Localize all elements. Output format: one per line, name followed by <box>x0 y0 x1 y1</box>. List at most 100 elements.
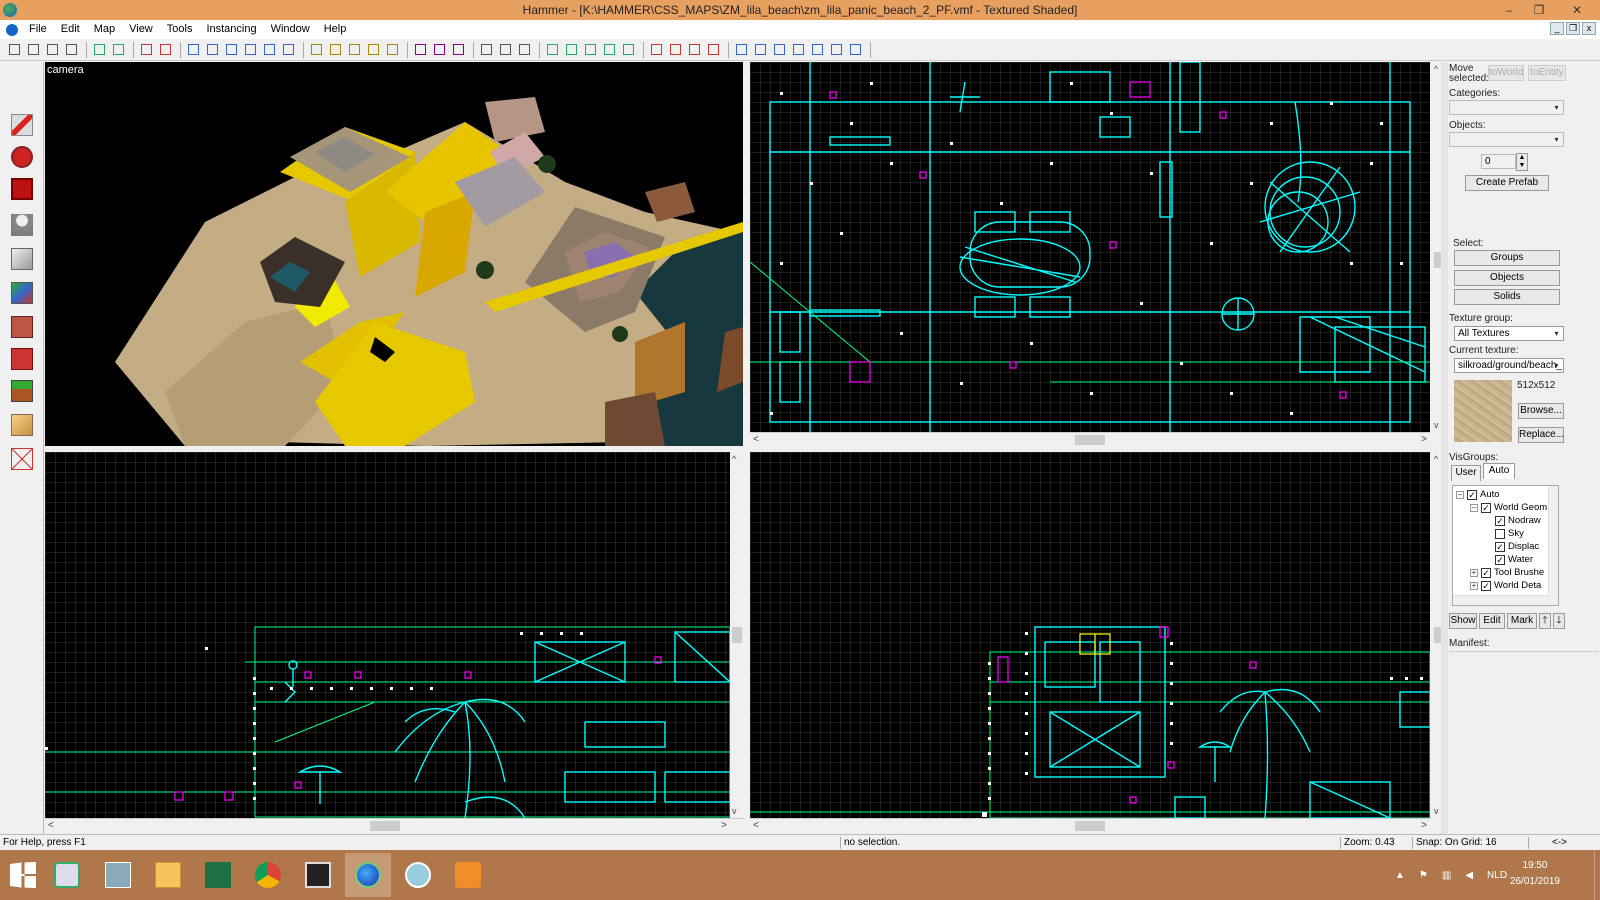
clip-a-icon[interactable] <box>308 41 325 58</box>
texture-group-dropdown[interactable]: All Textures ▾ <box>1454 326 1564 341</box>
select-box-icon[interactable] <box>544 41 561 58</box>
decal-tool[interactable] <box>4 344 40 374</box>
minimize-button[interactable]: – <box>1494 0 1524 20</box>
select-solids-button[interactable]: Solids <box>1454 289 1560 305</box>
camera-tool[interactable] <box>4 174 40 204</box>
visgroups-tree-hscrollbar[interactable] <box>1453 595 1549 605</box>
visgroups-tree-scrollbar[interactable] <box>1548 486 1558 605</box>
visgroup-checkbox[interactable] <box>1495 528 1505 539</box>
taskbar-hammer[interactable] <box>345 853 391 897</box>
visgroup-checkbox[interactable]: ✓ <box>1481 567 1491 578</box>
scroll-left-icon[interactable]: < <box>48 819 54 833</box>
smooth-icon[interactable] <box>733 41 750 58</box>
visgroup-tree-item[interactable]: ✓ Displac <box>1484 540 1539 553</box>
scroll-thumb[interactable] <box>732 627 742 643</box>
menu-edit[interactable]: Edit <box>54 20 87 39</box>
visgroups-tree[interactable]: – ✓ Auto – ✓ World Geom ✓ Nodraw Sky ✓ Displac ✓ Wat… <box>1452 485 1559 606</box>
scroll-up-icon[interactable]: ^ <box>732 454 736 464</box>
grid-small-icon[interactable] <box>44 41 61 58</box>
menu-window[interactable]: Window <box>264 20 317 39</box>
prefab-count-field[interactable]: 0 <box>1481 154 1516 169</box>
taskbar-clock[interactable]: 19:50 26/01/2019 <box>1510 858 1560 890</box>
unhide-icon[interactable] <box>261 41 278 58</box>
entity-tool[interactable] <box>4 210 40 240</box>
wire-icon[interactable] <box>667 41 684 58</box>
expand-toggle-icon[interactable] <box>1484 530 1492 538</box>
toggle-cordon-icon[interactable] <box>516 41 533 58</box>
flip-h-icon[interactable] <box>582 41 599 58</box>
select-groups-button[interactable]: Groups <box>1454 250 1560 266</box>
visgroup-checkbox[interactable]: ✓ <box>1481 502 1491 513</box>
copy-icon[interactable] <box>431 41 448 58</box>
visgroups-tab-auto[interactable]: Auto <box>1483 463 1515 479</box>
taskbar-file-explorer[interactable] <box>145 853 191 897</box>
create-prefab-button[interactable]: Create Prefab <box>1465 175 1549 191</box>
expand-toggle-icon[interactable]: – <box>1470 503 1478 512</box>
visgroup-move-up-button[interactable]: 🡑 <box>1539 613 1551 629</box>
menu-view[interactable]: View <box>122 20 160 39</box>
show-hidden-icons-icon[interactable]: ▲ <box>1395 870 1405 881</box>
expand-toggle-icon[interactable]: + <box>1470 581 1478 590</box>
expand-toggle-icon[interactable] <box>1484 517 1492 525</box>
side-view-viewport[interactable] <box>750 452 1430 818</box>
ungroup-icon[interactable] <box>223 41 240 58</box>
grid-icon[interactable] <box>6 41 23 58</box>
hammer-app-icon[interactable] <box>3 3 17 17</box>
scroll-thumb[interactable] <box>1075 821 1105 831</box>
textured-icon[interactable] <box>705 41 722 58</box>
taskbar-paint[interactable] <box>395 853 441 897</box>
hide-others-icon[interactable] <box>280 41 297 58</box>
snap-icon[interactable] <box>790 41 807 58</box>
apply-texture-tool[interactable] <box>4 312 40 342</box>
menu-tools[interactable]: Tools <box>160 20 200 39</box>
scroll-left-icon[interactable]: < <box>753 433 759 447</box>
menu-map[interactable]: Map <box>87 20 122 39</box>
compile-icon[interactable] <box>847 41 864 58</box>
visgroup-move-down-button[interactable]: 🡓 <box>1553 613 1565 629</box>
visgroup-tree-item[interactable]: ✓ Nodraw <box>1484 514 1541 527</box>
texture-application-tool[interactable] <box>4 278 40 308</box>
scroll-left-icon[interactable]: < <box>753 819 759 833</box>
current-texture-dropdown[interactable]: silkroad/ground/beach_ ▾ <box>1454 358 1564 373</box>
taskbar-media-player[interactable] <box>445 853 491 897</box>
texture-preview[interactable] <box>1454 380 1512 442</box>
scroll-thumb[interactable] <box>370 821 400 831</box>
paste-group-icon[interactable] <box>110 41 127 58</box>
grid-large-icon[interactable] <box>63 41 80 58</box>
start-button[interactable] <box>0 853 46 897</box>
scroll-thumb[interactable] <box>1075 435 1105 445</box>
scroll-right-icon[interactable]: > <box>721 819 727 833</box>
mdi-restore-button[interactable]: ❐ <box>1566 22 1580 35</box>
visgroup-tree-item[interactable]: + ✓ World Deta <box>1470 579 1541 592</box>
restore-button[interactable]: ❐ <box>1524 0 1554 20</box>
taskbar-chrome[interactable] <box>245 853 291 897</box>
visgroup-tree-item[interactable]: – ✓ World Geom <box>1470 501 1547 514</box>
scroll-right-icon[interactable]: > <box>1421 819 1427 833</box>
clip-b-icon[interactable] <box>327 41 344 58</box>
front-view-horizontal-scrollbar[interactable]: < > <box>45 818 745 832</box>
side-view-horizontal-scrollbar[interactable]: < > <box>750 818 1430 832</box>
copy-group-icon[interactable] <box>91 41 108 58</box>
expand-toggle-icon[interactable] <box>1484 543 1492 551</box>
cm-icon[interactable] <box>809 41 826 58</box>
flip-v-icon[interactable] <box>601 41 618 58</box>
visgroup-tree-item[interactable]: Sky <box>1484 527 1524 540</box>
visgroup-checkbox[interactable]: ✓ <box>1495 541 1505 552</box>
replace-texture-button[interactable]: Replace... <box>1518 427 1564 443</box>
block-tool[interactable] <box>4 244 40 274</box>
volume-icon[interactable]: ◀ <box>1465 870 1473 881</box>
top-view-viewport[interactable] <box>750 62 1430 432</box>
input-language[interactable]: NLD <box>1487 870 1507 881</box>
mdi-minimize-button[interactable]: _ <box>1550 22 1564 35</box>
visgroup-mark-button[interactable]: Mark <box>1507 613 1537 629</box>
visgroup-tree-item[interactable]: + ✓ Tool Brushe <box>1470 566 1544 579</box>
taskbar-chat-app[interactable] <box>44 853 90 897</box>
vertex-tool[interactable] <box>4 444 40 474</box>
lighting-icon[interactable] <box>771 41 788 58</box>
scroll-up-icon[interactable]: ^ <box>1434 454 1438 464</box>
to-entity-button[interactable]: toEntity <box>1528 65 1566 81</box>
network-icon[interactable]: ▥ <box>1442 870 1451 881</box>
scroll-down-icon[interactable]: v <box>1434 420 1439 430</box>
close-button[interactable]: ✕ <box>1554 0 1600 20</box>
paste-icon[interactable] <box>450 41 467 58</box>
